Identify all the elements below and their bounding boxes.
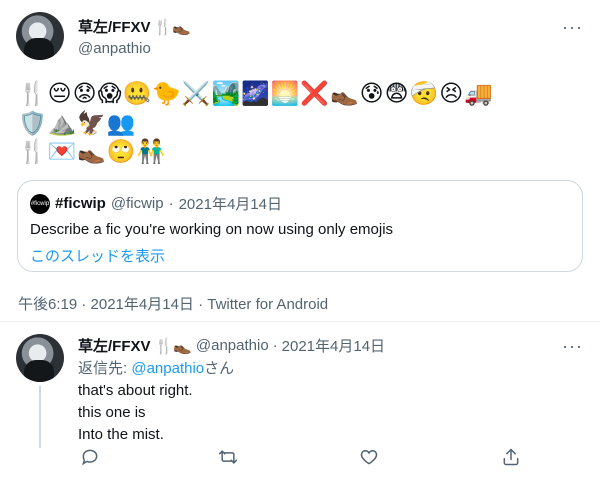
reply-author-name-emoji: 🍴👞 — [154, 337, 192, 355]
reply-separator: · — [272, 337, 278, 354]
reply-author-avatar[interactable] — [16, 334, 64, 382]
like-icon[interactable] — [359, 447, 381, 469]
quoted-tweet[interactable]: #ficwip #ficwip @ficwip · 2021年4月14日 Des… — [17, 180, 583, 272]
reply-icon[interactable] — [80, 447, 102, 469]
replying-to-suffix: さん — [204, 360, 235, 377]
reply-action-bar — [78, 447, 528, 469]
author-display-name[interactable]: 草左/FFXV — [78, 16, 151, 37]
reply-text-line-1: that's about right. — [78, 382, 193, 399]
replying-to-handle[interactable]: @anpathio — [131, 360, 204, 377]
author-handle[interactable]: @anpathio — [78, 40, 151, 57]
quoted-tweet-header: #ficwip #ficwip @ficwip · 2021年4月14日 — [30, 193, 282, 214]
reply-author-handle[interactable]: @anpathio — [196, 337, 269, 354]
more-options-icon[interactable]: ··· — [562, 17, 586, 37]
reply-more-options-icon[interactable]: ··· — [562, 336, 586, 356]
tweet-emoji-row-2: 🛡️⛰️🦅👥 — [18, 111, 137, 137]
author-name[interactable]: 草左/FFXV 🍴👞 — [78, 16, 191, 37]
retweet-icon[interactable] — [218, 447, 240, 469]
author-name-emoji: 🍴👞 — [153, 18, 191, 36]
show-thread-link[interactable]: このスレッドを表示 — [30, 245, 165, 266]
reply-date[interactable]: 2021年4月14日 — [282, 335, 385, 356]
tweet-emoji-row-1: 🍴😔😟😱🤐🐤⚔️🏞️🌌🌅❌👞😰😨🤕😣🚚 — [18, 81, 494, 107]
reply-author-name[interactable]: 草左/FFXV — [78, 335, 151, 356]
quoted-date[interactable]: 2021年4月14日 — [179, 193, 282, 214]
reply-text-line-2: this one is — [78, 404, 146, 421]
tweet-timestamp[interactable]: 午後6:19 · 2021年4月14日 · Twitter for Androi… — [18, 293, 328, 314]
quoted-separator: · — [168, 195, 174, 212]
reply-text-line-3: Into the mist. — [78, 426, 164, 443]
share-icon[interactable] — [501, 447, 523, 469]
reply-header: 草左/FFXV 🍴👞 @anpathio · 2021年4月14日 — [78, 335, 385, 356]
quoted-avatar[interactable]: #ficwip — [30, 193, 50, 214]
author-avatar[interactable] — [16, 12, 64, 60]
quoted-author-handle[interactable]: @ficwip — [111, 195, 164, 212]
quoted-author-name[interactable]: #ficwip — [55, 195, 106, 212]
replying-to: 返信先: @anpathioさん — [78, 357, 234, 378]
quoted-tweet-text: Describe a fic you're working on now usi… — [30, 221, 394, 238]
thread-connector-line — [39, 386, 41, 448]
divider — [0, 321, 600, 322]
replying-to-prefix: 返信先: — [78, 360, 132, 377]
tweet-emoji-row-3: 🍴💌👞🙄👬 — [18, 139, 167, 165]
